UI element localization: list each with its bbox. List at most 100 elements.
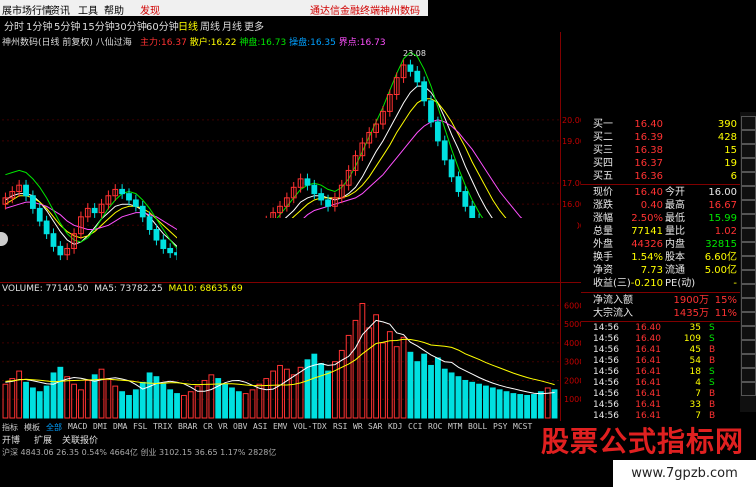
high-marker: 23.08 (403, 49, 426, 58)
indicator-tab[interactable]: DMA (113, 422, 127, 431)
indicator-tab[interactable]: 全部 (46, 422, 62, 433)
stat-row: 涨跌 0.40 最高 16.67 (581, 199, 740, 212)
volume-bar (393, 346, 400, 419)
volume-bar (50, 372, 57, 419)
indicator-tab[interactable]: SAR (368, 422, 382, 431)
volume-bar (208, 374, 215, 419)
stat-label: 股本 (665, 252, 685, 263)
flow-value: 1900万 (673, 295, 709, 306)
indicator-tab[interactable]: VOL-TDX (293, 422, 327, 431)
volume-bar (235, 391, 242, 419)
volume-bar (283, 368, 290, 419)
indicator-tab[interactable]: ROC (428, 422, 442, 431)
indicator-tab[interactable]: OBV (233, 422, 247, 431)
indicator-tab[interactable]: PSY (493, 422, 507, 431)
volume-bar (537, 391, 544, 419)
toolbar-button[interactable] (741, 284, 756, 298)
volume-bar (277, 364, 283, 419)
tick-side: B (709, 400, 716, 410)
volume-bar (297, 366, 304, 419)
tick-volume: 4 (695, 378, 701, 388)
stat-value: - (733, 278, 737, 289)
overlay-box (177, 218, 577, 268)
toolbar-button[interactable] (741, 326, 756, 340)
indicator-tab[interactable]: BRAR (178, 422, 197, 431)
toolbar-button[interactable] (741, 270, 756, 284)
tick-row: 14:56 16.41 7 B (581, 389, 740, 400)
indicator-tab[interactable]: CR (203, 422, 213, 431)
volume-bar (222, 383, 228, 419)
stat-value: 16.00 (708, 187, 737, 198)
stat-row: 净资 7.73 流通 5.00亿 (581, 264, 740, 277)
volume-bar (78, 389, 84, 419)
tick-volume: 7 (695, 389, 701, 399)
toolbar-button[interactable] (741, 298, 756, 312)
candle-body (126, 193, 132, 201)
stat-value: 6.60亿 (704, 252, 737, 263)
volume-bar (105, 378, 112, 419)
bid-label: 买三 (593, 145, 613, 156)
volume-bar (167, 389, 174, 419)
candle-body (91, 207, 98, 214)
tick-time: 14:56 (593, 323, 619, 333)
indicator-tab[interactable]: VR (218, 422, 228, 431)
toolbar-button[interactable] (741, 200, 756, 214)
indicator-tab[interactable]: MTM (448, 422, 462, 431)
indicator-tab[interactable]: ASI (253, 422, 267, 431)
indicator-tab[interactable]: KDJ (388, 422, 402, 431)
watermark-title: 股票公式指标网 (541, 425, 745, 458)
indicator-tab[interactable]: MACD (68, 422, 87, 431)
volume-bar (544, 387, 551, 419)
toolbar-button[interactable] (741, 312, 756, 326)
indicator-tab[interactable]: 模板 (24, 422, 40, 433)
indicator-tab[interactable]: RSI (333, 422, 347, 431)
volume-bar (174, 393, 180, 419)
toolbar-button[interactable] (741, 116, 756, 130)
tick-row: 14:56 16.41 4 S (581, 378, 740, 389)
indicator-tab[interactable]: TRIX (153, 422, 172, 431)
indicator-tab[interactable]: MCST (513, 422, 532, 431)
volume-bar (428, 364, 434, 419)
volume-bar (16, 370, 23, 419)
indicator-tab[interactable]: WR (353, 422, 363, 431)
toolbar-button[interactable] (741, 228, 756, 242)
toolbar-button[interactable] (741, 186, 756, 200)
indicator-tab[interactable]: EMV (273, 422, 287, 431)
volume-bar (29, 387, 36, 419)
indicator-tab[interactable]: BOLL (468, 422, 487, 431)
indicator-tab[interactable]: 指标 (2, 422, 18, 433)
toolbar-button[interactable] (741, 340, 756, 354)
volume-info: VOLUME: 77140.50 MA5: 73782.25 MA10: 686… (2, 284, 243, 294)
volume-bar (483, 385, 489, 419)
bid-volume: 6 (730, 171, 737, 182)
indicator-tab[interactable]: CCI (408, 422, 422, 431)
quote-divider (581, 321, 740, 322)
toolbar-button[interactable] (741, 158, 756, 172)
toolbar-button[interactable] (741, 354, 756, 368)
indicator-tab[interactable]: DMI (93, 422, 107, 431)
tick-time: 14:56 (593, 334, 619, 344)
volume-bar (352, 319, 359, 419)
toolbar-button[interactable] (741, 172, 756, 186)
toolbar-button[interactable] (741, 214, 756, 228)
volume-bar (531, 394, 537, 419)
volume-bar (503, 391, 510, 419)
bid-volume: 19 (724, 158, 737, 169)
tick-side: S (709, 323, 715, 333)
toolbar-button[interactable] (741, 368, 756, 382)
toolbar-button[interactable] (741, 382, 756, 396)
tick-volume: 33 (689, 400, 701, 410)
toolbar-button[interactable] (741, 256, 756, 270)
quote-divider (581, 184, 740, 185)
volume-bar (23, 381, 29, 419)
candle-body (434, 121, 441, 142)
index-ticker: 沪深 4843.06 26.35 0.54% 4664亿 创业 3102.15 … (2, 448, 277, 457)
volume-bar (489, 387, 496, 419)
volume-bar (373, 314, 380, 419)
toolbar-button[interactable] (741, 242, 756, 256)
volume-bar (551, 389, 558, 419)
toolbar-button[interactable] (741, 130, 756, 144)
indicator-tab[interactable]: FSL (133, 422, 147, 431)
candle-body (428, 100, 434, 123)
toolbar-button[interactable] (741, 144, 756, 158)
